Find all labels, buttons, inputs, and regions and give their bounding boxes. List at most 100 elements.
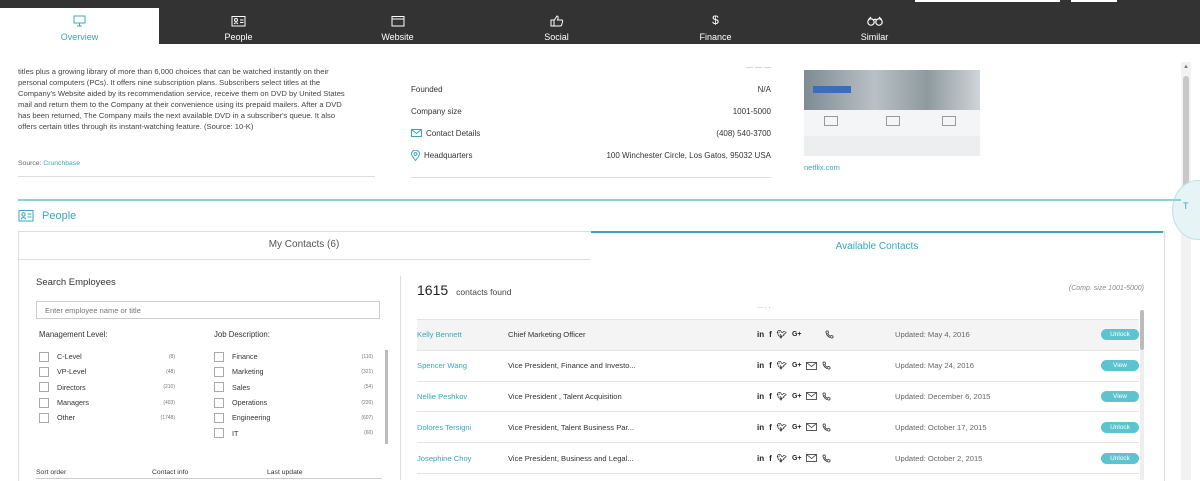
contact-info-label[interactable]: Contact info	[152, 469, 188, 476]
filter-option[interactable]: VP-Level (48)	[39, 364, 175, 379]
checkbox[interactable]	[39, 382, 49, 393]
contact-name[interactable]: Nellie Peshkov	[417, 392, 467, 401]
filter-option[interactable]: C-Level (8)	[39, 349, 175, 364]
filter-option[interactable]: Managers (403)	[39, 395, 175, 410]
checkbox[interactable]	[214, 351, 224, 362]
contact-row[interactable]: Dolores Tersigni Vice President, Talent …	[417, 412, 1139, 444]
contact-name[interactable]: Josephine Choy	[417, 454, 471, 463]
last-update-label[interactable]: Last update	[267, 469, 303, 476]
tab-available-contacts[interactable]: Available Contacts	[591, 231, 1163, 259]
top-button-edge[interactable]	[1071, 0, 1117, 2]
contact-row[interactable]: Spencer Wang Vice President, Finance and…	[417, 351, 1139, 382]
filter-option-label: Operations	[232, 398, 268, 408]
checkbox[interactable]	[39, 351, 49, 362]
contact-name[interactable]: Kelly Bennett	[417, 330, 462, 339]
unlock-button[interactable]: Unlock	[1101, 421, 1139, 433]
info-value[interactable]: (408) 540-3700	[716, 129, 771, 138]
google-plus-icon[interactable]: G+	[792, 331, 802, 338]
envelope-icon[interactable]	[806, 361, 818, 370]
twitter-icon[interactable]: 🐦︎	[777, 423, 787, 432]
job-list-scrollbar[interactable]	[385, 350, 388, 444]
google-plus-icon[interactable]: G+	[792, 393, 802, 400]
envelope-icon[interactable]	[806, 423, 818, 432]
facebook-icon[interactable]: f	[769, 423, 772, 432]
view-button[interactable]: View	[1101, 360, 1139, 372]
phone-icon[interactable]	[825, 330, 834, 339]
website-screenshot-thumbnail[interactable]	[804, 70, 980, 156]
tab-my-contacts[interactable]: My Contacts (6)	[18, 231, 590, 260]
twitter-icon[interactable]: 🐦︎	[777, 392, 787, 401]
source-link[interactable]: Crunchbase	[43, 160, 80, 167]
checkbox[interactable]	[214, 397, 224, 408]
envelope-icon[interactable]	[806, 454, 818, 462]
filter-option[interactable]: Other (1748)	[39, 410, 175, 425]
facebook-icon[interactable]: f	[769, 361, 772, 370]
tab-social[interactable]: Social	[477, 8, 636, 44]
filter-option-label: Finance	[232, 352, 258, 362]
google-plus-icon[interactable]: G+	[792, 362, 802, 369]
checkbox[interactable]	[39, 412, 49, 423]
phone-icon[interactable]	[822, 392, 831, 401]
facebook-icon[interactable]: f	[769, 392, 772, 401]
contact-updated: Updated: October 17, 2015	[895, 422, 987, 432]
help-chat-bubble[interactable]: T	[1172, 180, 1200, 240]
facebook-icon[interactable]: f	[769, 330, 772, 339]
filter-option-count: (321)	[361, 368, 373, 375]
info-label-group: Contact Details	[411, 129, 480, 138]
website-link[interactable]: netflix.com	[804, 163, 840, 172]
tab-label: Social	[544, 32, 569, 42]
top-search-field-edge[interactable]	[915, 0, 1060, 2]
unlock-button[interactable]: Unlock	[1101, 452, 1139, 464]
twitter-icon[interactable]: 🐦︎	[777, 454, 787, 463]
checkbox[interactable]	[214, 428, 224, 439]
tab-overview[interactable]: Overview	[0, 8, 159, 44]
facebook-icon[interactable]: f	[769, 454, 772, 463]
filter-option[interactable]: Finance (110)	[214, 349, 373, 364]
checkbox[interactable]	[39, 397, 49, 408]
filter-option-count: (8)	[168, 353, 175, 360]
contact-name[interactable]: Dolores Tersigni	[417, 423, 471, 432]
tab-similar[interactable]: Similar	[795, 8, 954, 44]
filter-option[interactable]: Operations (220)	[214, 395, 373, 410]
filter-option[interactable]: Marketing (321)	[214, 364, 373, 379]
linkedin-icon[interactable]: in	[757, 361, 764, 370]
tab-people[interactable]: People	[159, 8, 318, 44]
twitter-icon[interactable]: 🐦︎	[777, 330, 787, 339]
contact-title: Vice President , Talent Acquisition	[508, 391, 622, 401]
linkedin-icon[interactable]: in	[757, 423, 764, 432]
contact-row[interactable]: Kelly Bennett Chief Marketing Officer in…	[417, 320, 1139, 351]
phone-icon[interactable]	[822, 423, 831, 432]
contact-row[interactable]: Josephine Choy Vice President, Business …	[417, 443, 1139, 474]
contact-row[interactable]: Nellie Peshkov Vice President , Talent A…	[417, 382, 1139, 413]
google-plus-icon[interactable]: G+	[792, 424, 802, 431]
employee-search-input[interactable]	[36, 301, 380, 319]
unlock-button[interactable]: Unlock	[1101, 329, 1139, 341]
sort-select-border[interactable]	[36, 478, 382, 479]
contacts-scrollbar[interactable]	[1140, 310, 1144, 480]
contact-name[interactable]: Spencer Wang	[417, 361, 467, 370]
contacts-scrollbar-thumb[interactable]	[1140, 310, 1144, 350]
contact-socials: in f 🐦︎ G+	[757, 361, 831, 370]
scroll-up-arrow-icon[interactable]: ▲	[1183, 64, 1189, 70]
view-button[interactable]: View	[1101, 390, 1139, 402]
sort-order-label[interactable]: Sort order	[36, 469, 66, 476]
tab-finance[interactable]: $ Finance	[636, 8, 795, 44]
linkedin-icon[interactable]: in	[757, 330, 764, 339]
envelope-icon[interactable]	[806, 392, 818, 401]
linkedin-icon[interactable]: in	[757, 392, 764, 401]
checkbox[interactable]	[39, 366, 49, 377]
phone-icon[interactable]	[822, 361, 831, 370]
page-scrollbar[interactable]: ▲	[1181, 62, 1191, 480]
filter-option[interactable]: IT (60)	[214, 425, 373, 440]
tab-website[interactable]: Website	[318, 8, 477, 44]
checkbox[interactable]	[214, 412, 224, 423]
google-plus-icon[interactable]: G+	[792, 455, 802, 462]
filter-option[interactable]: Engineering (607)	[214, 410, 373, 425]
linkedin-icon[interactable]: in	[757, 454, 764, 463]
checkbox[interactable]	[214, 382, 224, 393]
filter-option[interactable]: Directors (210)	[39, 380, 175, 395]
checkbox[interactable]	[214, 366, 224, 377]
twitter-icon[interactable]: 🐦︎	[777, 361, 787, 370]
filter-option[interactable]: Sales (54)	[214, 380, 373, 395]
phone-icon[interactable]	[822, 454, 831, 463]
